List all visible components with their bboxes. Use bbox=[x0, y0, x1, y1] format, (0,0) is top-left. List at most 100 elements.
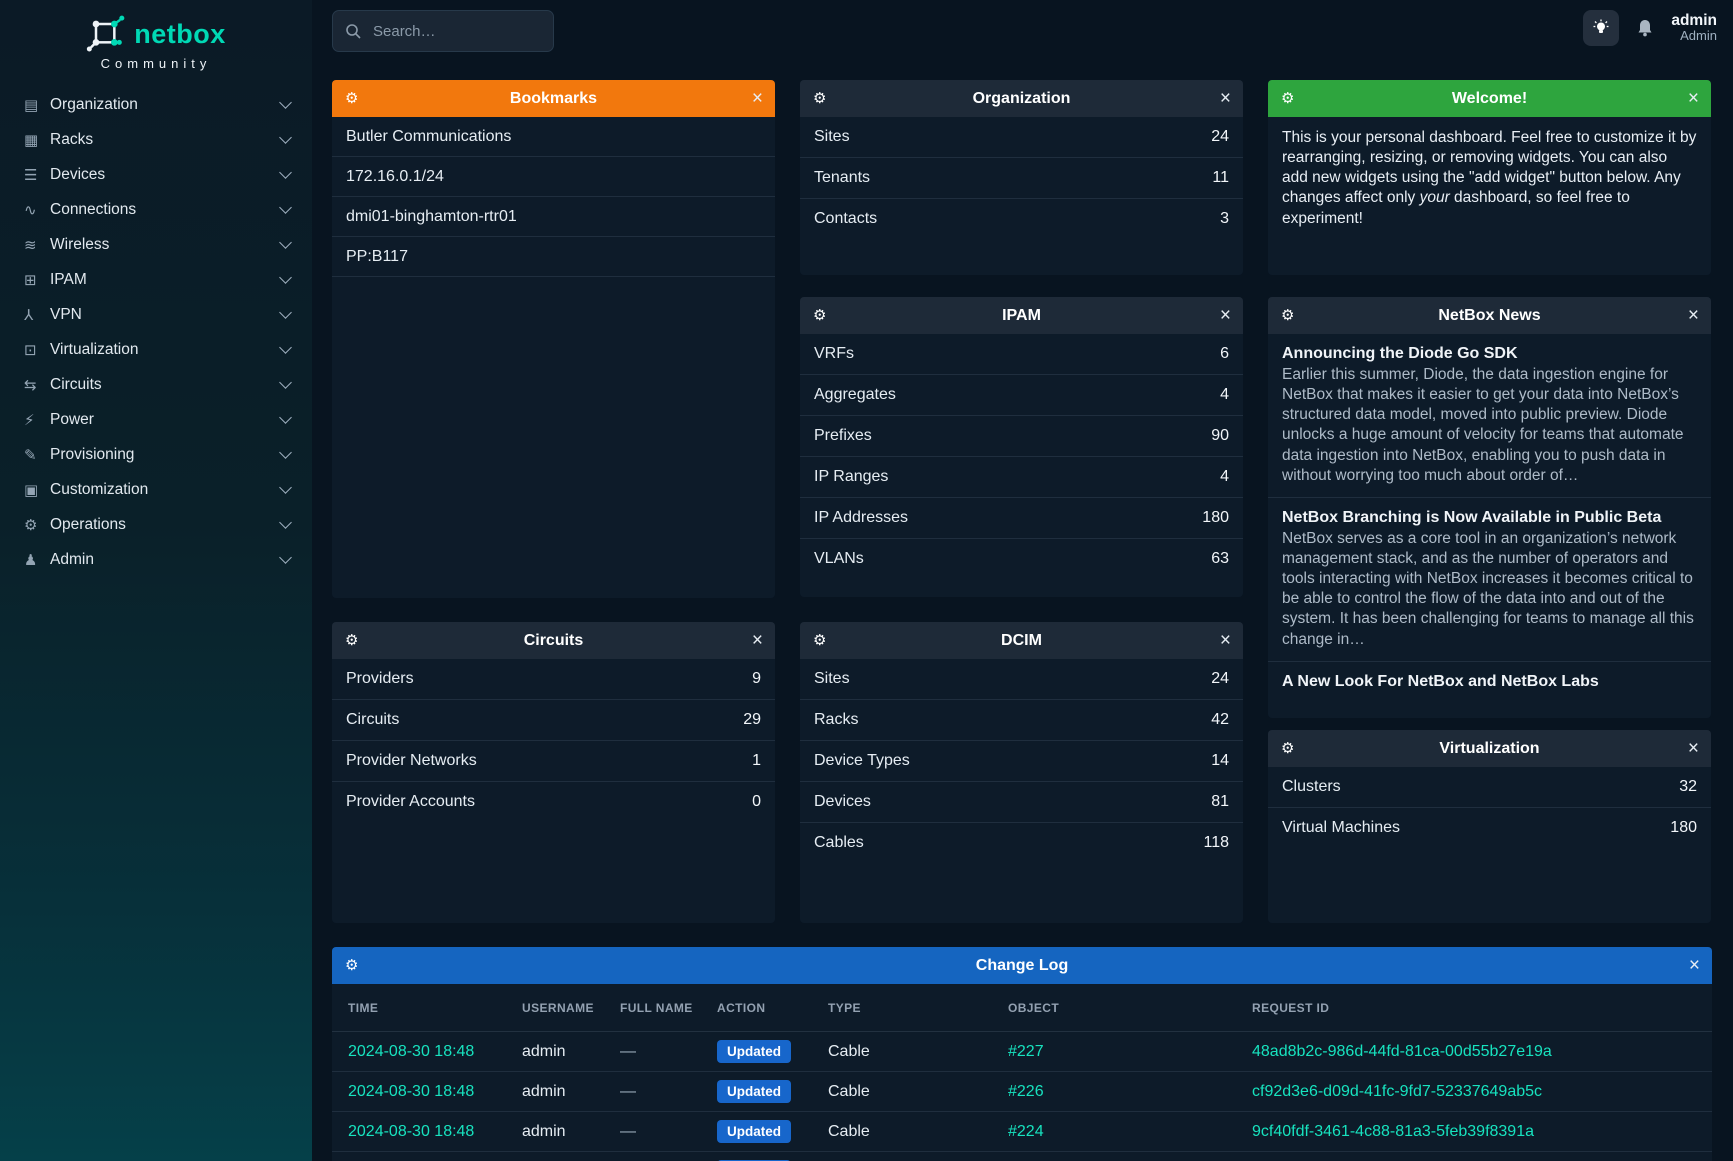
change-object-link[interactable]: #227 bbox=[1008, 1043, 1044, 1060]
column-header-requestid: REQUEST ID bbox=[1251, 984, 1712, 1032]
sidebar-item-admin[interactable]: ♟Admin bbox=[0, 542, 312, 577]
dashboard-column-1: ⚙ Bookmarks × Butler Communications 172.… bbox=[332, 80, 775, 923]
widget-config-icon[interactable]: ⚙ bbox=[345, 633, 358, 648]
topbar: admin Admin bbox=[312, 0, 1733, 62]
changelog-row: 2024-08-30 18:48 admin — Updated Cable #… bbox=[332, 1072, 1712, 1112]
connections-icon: ∿ bbox=[24, 201, 50, 219]
widget-close-icon[interactable]: × bbox=[752, 631, 763, 650]
sidebar-item-virtualization[interactable]: ⊡Virtualization bbox=[0, 332, 312, 367]
widget-close-icon[interactable]: × bbox=[1688, 739, 1699, 758]
action-badge[interactable]: Updated bbox=[717, 1040, 791, 1063]
widget-config-icon[interactable]: ⚙ bbox=[813, 633, 826, 648]
stat-row[interactable]: Sites24 bbox=[800, 659, 1243, 700]
stat-row[interactable]: IP Ranges4 bbox=[800, 457, 1243, 498]
sidebar-item-wireless[interactable]: ≋Wireless bbox=[0, 227, 312, 262]
sidebar-item-customization[interactable]: ▣Customization bbox=[0, 472, 312, 507]
widget-title: DCIM bbox=[800, 632, 1243, 650]
widget-config-icon[interactable]: ⚙ bbox=[1281, 741, 1294, 756]
sidebar-item-circuits[interactable]: ⇆Circuits bbox=[0, 367, 312, 402]
bookmark-item[interactable]: dmi01-binghamton-rtr01 bbox=[332, 197, 775, 237]
news-headline[interactable]: NetBox Branching is Now Available in Pub… bbox=[1282, 509, 1697, 527]
stat-row[interactable]: VLANs63 bbox=[800, 539, 1243, 579]
search-box[interactable] bbox=[332, 10, 554, 52]
widget-config-icon[interactable]: ⚙ bbox=[345, 91, 358, 106]
dashboard-column-3: ⚙ Welcome! × This is your personal dashb… bbox=[1268, 80, 1711, 923]
stat-row[interactable]: IP Addresses180 bbox=[800, 498, 1243, 539]
stat-row[interactable]: Providers9 bbox=[332, 659, 775, 700]
sidebar-item-connections[interactable]: ∿Connections bbox=[0, 192, 312, 227]
change-requestid-link[interactable]: 9cf40fdf-3461-4c88-81a3-5feb39f8391a bbox=[1252, 1123, 1534, 1140]
user-menu[interactable]: admin Admin bbox=[1671, 12, 1717, 45]
brand-logo[interactable]: netbox Community bbox=[0, 0, 312, 71]
stat-row[interactable]: Cables118 bbox=[800, 823, 1243, 863]
change-requestid-link[interactable]: cf92d3e6-d09d-41fc-9fd7-52337649ab5c bbox=[1252, 1083, 1542, 1100]
sidebar-item-ipam[interactable]: ⊞IPAM bbox=[0, 262, 312, 297]
action-badge[interactable]: Updated bbox=[717, 1120, 791, 1143]
sidebar-item-vpn[interactable]: ⅄VPN bbox=[0, 297, 312, 332]
widget-close-icon[interactable]: × bbox=[1220, 306, 1231, 325]
widget-config-icon[interactable]: ⚙ bbox=[813, 91, 826, 106]
stat-row[interactable]: Provider Networks1 bbox=[332, 741, 775, 782]
virtualization-widget: ⚙ Virtualization × Clusters32 Virtual Ma… bbox=[1268, 730, 1711, 923]
widget-close-icon[interactable]: × bbox=[1689, 956, 1700, 975]
change-fullname: — bbox=[619, 1072, 716, 1112]
widget-config-icon[interactable]: ⚙ bbox=[813, 308, 826, 323]
sidebar-nav: ▤Organization ▦Racks ☰Devices ∿Connectio… bbox=[0, 87, 312, 577]
stat-row[interactable]: Virtual Machines180 bbox=[1268, 808, 1711, 848]
news-widget-header: ⚙ NetBox News × bbox=[1268, 297, 1711, 334]
stat-row[interactable]: Circuits29 bbox=[332, 700, 775, 741]
widget-close-icon[interactable]: × bbox=[1688, 306, 1699, 325]
change-object-link[interactable]: #224 bbox=[1008, 1123, 1044, 1140]
lightbulb-icon bbox=[1592, 19, 1610, 37]
change-object-link[interactable]: #226 bbox=[1008, 1083, 1044, 1100]
bookmark-item[interactable]: PP:B117 bbox=[332, 237, 775, 277]
search-input[interactable] bbox=[371, 22, 525, 41]
bookmark-item[interactable]: Butler Communications bbox=[332, 117, 775, 157]
stat-row[interactable]: Aggregates4 bbox=[800, 375, 1243, 416]
change-username: admin bbox=[521, 1152, 619, 1161]
ipam-icon: ⊞ bbox=[24, 271, 50, 289]
news-headline[interactable]: A New Look For NetBox and NetBox Labs bbox=[1282, 673, 1697, 691]
change-requestid-link[interactable]: 48ad8b2c-986d-44fd-81ca-00d55b27e19a bbox=[1252, 1043, 1552, 1060]
change-time-link[interactable]: 2024-08-30 18:48 bbox=[348, 1123, 474, 1140]
action-badge[interactable]: Updated bbox=[717, 1080, 791, 1103]
widget-title: Organization bbox=[800, 90, 1243, 108]
widget-close-icon[interactable]: × bbox=[1688, 89, 1699, 108]
sidebar-item-devices[interactable]: ☰Devices bbox=[0, 157, 312, 192]
sidebar-item-racks[interactable]: ▦Racks bbox=[0, 122, 312, 157]
stat-row[interactable]: Sites24 bbox=[800, 117, 1243, 158]
sidebar-item-power[interactable]: ⚡Power bbox=[0, 402, 312, 437]
stat-row[interactable]: Devices81 bbox=[800, 782, 1243, 823]
stat-row[interactable]: Device Types14 bbox=[800, 741, 1243, 782]
change-time-link[interactable]: 2024-08-30 18:48 bbox=[348, 1083, 474, 1100]
change-type: Cable bbox=[827, 1152, 1007, 1161]
stat-row[interactable]: Clusters32 bbox=[1268, 767, 1711, 808]
stat-row[interactable]: Prefixes90 bbox=[800, 416, 1243, 457]
news-headline[interactable]: Announcing the Diode Go SDK bbox=[1282, 345, 1697, 363]
dcim-widget: ⚙ DCIM × Sites24 Racks42 Device Types14 … bbox=[800, 622, 1243, 923]
widget-close-icon[interactable]: × bbox=[1220, 631, 1231, 650]
widget-close-icon[interactable]: × bbox=[1220, 89, 1231, 108]
netbox-dashboard: netbox Community ▤Organization ▦Racks ☰D… bbox=[0, 0, 1733, 1161]
notifications-button[interactable] bbox=[1635, 18, 1655, 38]
user-role: Admin bbox=[1671, 29, 1717, 44]
widget-config-icon[interactable]: ⚙ bbox=[345, 958, 358, 973]
bookmark-item[interactable]: 172.16.0.1/24 bbox=[332, 157, 775, 197]
stat-row[interactable]: Tenants11 bbox=[800, 158, 1243, 199]
stat-row[interactable]: Racks42 bbox=[800, 700, 1243, 741]
theme-toggle-button[interactable] bbox=[1583, 10, 1619, 46]
change-fullname: — bbox=[619, 1112, 716, 1152]
widget-config-icon[interactable]: ⚙ bbox=[1281, 91, 1294, 106]
sidebar-item-organization[interactable]: ▤Organization bbox=[0, 87, 312, 122]
organization-widget-header: ⚙ Organization × bbox=[800, 80, 1243, 117]
widget-config-icon[interactable]: ⚙ bbox=[1281, 308, 1294, 323]
news-story: Announcing the Diode Go SDK Earlier this… bbox=[1268, 334, 1711, 498]
stat-row[interactable]: Provider Accounts0 bbox=[332, 782, 775, 822]
sidebar-item-operations[interactable]: ⚙Operations bbox=[0, 507, 312, 542]
change-time-link[interactable]: 2024-08-30 18:48 bbox=[348, 1043, 474, 1060]
sidebar-item-provisioning[interactable]: ✎Provisioning bbox=[0, 437, 312, 472]
stat-row[interactable]: VRFs6 bbox=[800, 334, 1243, 375]
stat-row[interactable]: Contacts3 bbox=[800, 199, 1243, 239]
welcome-text: This is your personal dashboard. Feel fr… bbox=[1268, 117, 1711, 240]
widget-close-icon[interactable]: × bbox=[752, 89, 763, 108]
